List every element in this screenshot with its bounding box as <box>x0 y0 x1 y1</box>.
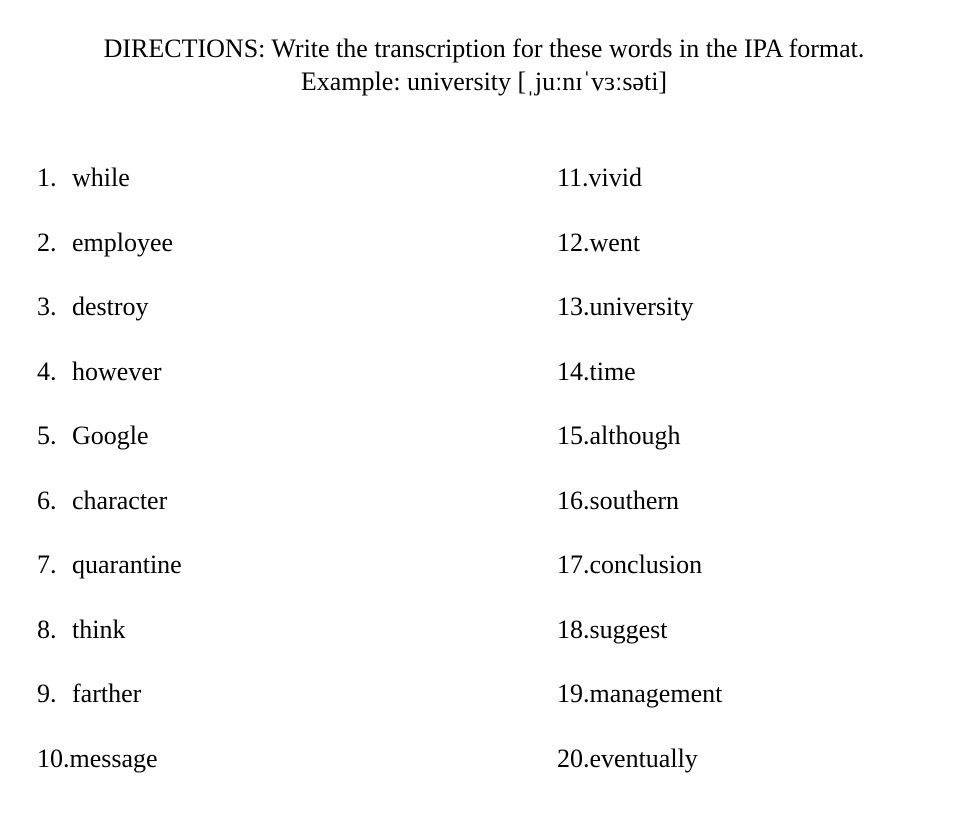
item-word: management <box>589 679 723 708</box>
item-word: time <box>589 356 636 386</box>
directions-header: DIRECTIONS: Write the transcription for … <box>0 32 953 98</box>
list-item: 16.southern <box>557 483 722 548</box>
item-number: 15. <box>557 421 590 450</box>
item-word: Google <box>72 421 149 450</box>
list-item: 19.management <box>557 676 722 741</box>
word-list-left: 1. while 2. employee 3. destroy 4. however 5… <box>37 160 182 805</box>
item-word: message <box>69 743 158 773</box>
item-word: although <box>589 421 681 450</box>
list-item: 4. however <box>37 354 182 419</box>
item-number: 10. <box>37 743 70 773</box>
item-word: farther <box>72 679 142 708</box>
item-number: 12. <box>557 227 590 257</box>
item-number: 2. <box>37 227 57 257</box>
item-number: 11. <box>557 163 589 192</box>
item-number: 5. <box>37 421 57 450</box>
item-word: conclusion <box>589 550 703 579</box>
item-number: 1. <box>37 163 57 192</box>
item-word: southern <box>589 485 680 515</box>
list-item: 9. farther <box>37 676 182 741</box>
item-number: 4. <box>37 356 57 386</box>
list-item: 20.eventually <box>557 741 722 806</box>
item-word: university <box>589 292 694 321</box>
item-number: 17. <box>557 550 590 579</box>
item-word: suggest <box>589 614 668 644</box>
item-word: employee <box>72 227 174 257</box>
item-word: went <box>589 227 641 257</box>
list-item: 18.suggest <box>557 612 722 677</box>
item-word: while <box>72 163 130 192</box>
list-item: 1. while <box>37 160 182 225</box>
item-number: 14. <box>557 356 590 386</box>
item-word: eventually <box>589 743 698 773</box>
item-number: 8. <box>37 614 57 644</box>
item-word: however <box>72 356 162 386</box>
item-number: 9. <box>37 679 57 708</box>
item-number: 3. <box>37 292 57 321</box>
item-number: 18. <box>557 614 590 644</box>
item-word: quarantine <box>72 550 182 579</box>
list-item: 15.although <box>557 418 722 483</box>
directions-text: DIRECTIONS: Write the transcription for … <box>103 34 865 63</box>
list-item: 17.conclusion <box>557 547 722 612</box>
list-item: 6. character <box>37 483 182 548</box>
item-number: 20. <box>557 743 590 773</box>
item-number: 13. <box>557 292 590 321</box>
item-word: think <box>72 614 126 644</box>
example-text: Example: university [ˌjuːnɪˈvɜːsəti] <box>300 67 668 96</box>
list-item: 5. Google <box>37 418 182 483</box>
list-item: 3. destroy <box>37 289 182 354</box>
list-item: 14.time <box>557 354 722 419</box>
item-number: 6. <box>37 485 57 515</box>
list-item: 2. employee <box>37 225 182 290</box>
item-word: destroy <box>72 292 149 321</box>
list-item: 13.university <box>557 289 722 354</box>
item-number: 16. <box>557 485 590 515</box>
list-item: 12.went <box>557 225 722 290</box>
item-number: 7. <box>37 550 57 579</box>
list-item: 10.message <box>37 741 182 806</box>
word-list-right: 11.vivid 12.went 13.university 14.time 1… <box>557 160 722 805</box>
item-word: character <box>72 485 168 515</box>
list-item: 11.vivid <box>557 160 722 225</box>
list-item: 8. think <box>37 612 182 677</box>
item-word: vivid <box>588 163 642 192</box>
list-item: 7. quarantine <box>37 547 182 612</box>
item-number: 19. <box>557 679 590 708</box>
